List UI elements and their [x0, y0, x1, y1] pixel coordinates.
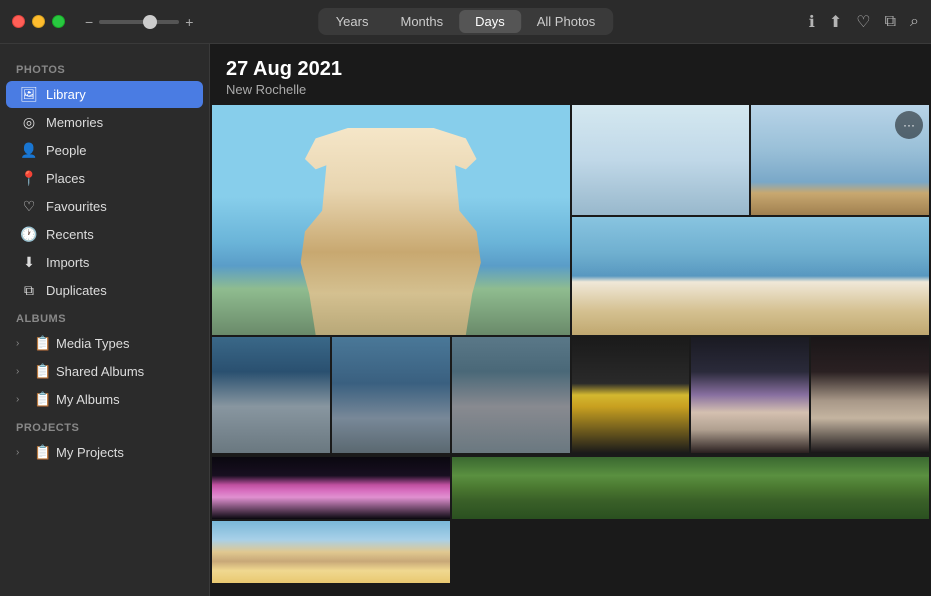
duplicate-icon[interactable]: ⧉	[885, 13, 896, 31]
more-options-button[interactable]: ···	[895, 111, 923, 139]
list-item[interactable]	[452, 457, 929, 519]
day-header: 27 Aug 2021 New Rochelle	[210, 44, 931, 105]
traffic-lights	[12, 15, 65, 28]
projects-section-label: Projects	[0, 414, 209, 438]
list-item[interactable]	[811, 337, 929, 453]
sidebar-label-library: Library	[46, 87, 86, 102]
duplicates-icon: ⧉	[20, 282, 38, 299]
list-item[interactable]	[332, 337, 450, 453]
tab-days[interactable]: Days	[459, 10, 521, 33]
photo-runner[interactable]	[572, 105, 750, 215]
sidebar-label-imports: Imports	[46, 255, 89, 270]
people-icon: 👤	[20, 142, 38, 159]
list-item[interactable]	[452, 337, 570, 453]
day-section: 27 Aug 2021 New Rochelle ···	[210, 44, 931, 585]
photo-row-six	[210, 335, 931, 455]
sidebar-label-my-projects: My Projects	[56, 445, 124, 460]
chevron-shared-albums-icon: ›	[16, 366, 30, 377]
places-icon: 📍	[20, 170, 38, 187]
list-item[interactable]	[691, 337, 809, 453]
titlebar: − + Years Months Days All Photos ℹ ⬆ ♡ ⧉…	[0, 0, 931, 44]
info-icon[interactable]: ℹ	[809, 12, 815, 32]
list-item[interactable]	[212, 337, 330, 453]
sidebar-label-places: Places	[46, 171, 85, 186]
sidebar-group-my-albums[interactable]: › 📋 My Albums	[6, 386, 203, 413]
chevron-media-types-icon: ›	[16, 338, 30, 349]
list-item[interactable]	[212, 521, 450, 583]
heart-icon[interactable]: ♡	[856, 12, 870, 32]
photo-portrait2[interactable]	[572, 217, 930, 335]
sidebar-label-memories: Memories	[46, 115, 103, 130]
chevron-my-albums-icon: ›	[16, 394, 30, 405]
sidebar: Photos 🖼 Library ◎ Memories 👤 People 📍 P…	[0, 44, 210, 596]
sidebar-label-my-albums: My Albums	[56, 392, 120, 407]
search-icon[interactable]: ⌕	[910, 13, 919, 31]
my-albums-icon: 📋	[34, 391, 52, 408]
sidebar-item-recents[interactable]: 🕐 Recents	[6, 221, 203, 248]
media-types-icon: 📋	[34, 335, 52, 352]
tab-months[interactable]: Months	[384, 10, 459, 33]
main-area: Photos 🖼 Library ◎ Memories 👤 People 📍 P…	[0, 44, 931, 596]
tab-allphotos[interactable]: All Photos	[521, 10, 612, 33]
sidebar-item-favourites[interactable]: ♡ Favourites	[6, 193, 203, 220]
albums-section-label: Albums	[0, 305, 209, 329]
maximize-button[interactable]	[52, 15, 65, 28]
day-date: 27 Aug 2021	[226, 58, 915, 81]
sidebar-label-media-types: Media Types	[56, 336, 129, 351]
close-button[interactable]	[12, 15, 25, 28]
toolbar-right: ℹ ⬆ ♡ ⧉ ⌕	[809, 12, 919, 32]
photos-section-label: Photos	[0, 56, 209, 80]
sidebar-item-duplicates[interactable]: ⧉ Duplicates	[6, 277, 203, 304]
sidebar-label-recents: Recents	[46, 227, 94, 242]
photo-main-portrait[interactable]	[212, 105, 570, 335]
sidebar-group-shared-albums[interactable]: › 📋 Shared Albums	[6, 358, 203, 385]
sidebar-group-my-projects[interactable]: › 📋 My Projects	[6, 439, 203, 466]
photo-row-bottom	[210, 455, 931, 585]
sidebar-item-memories[interactable]: ◎ Memories	[6, 109, 203, 136]
favourites-icon: ♡	[20, 198, 38, 215]
imports-icon: ⬇	[20, 254, 38, 271]
sidebar-item-library[interactable]: 🖼 Library	[6, 81, 203, 108]
library-icon: 🖼	[20, 86, 38, 103]
share-icon[interactable]: ⬆	[829, 12, 842, 32]
chevron-my-projects-icon: ›	[16, 447, 30, 458]
list-item[interactable]	[212, 457, 450, 519]
list-item[interactable]	[572, 337, 690, 453]
minimize-button[interactable]	[32, 15, 45, 28]
recents-icon: 🕐	[20, 226, 38, 243]
tab-years[interactable]: Years	[320, 10, 385, 33]
sidebar-item-people[interactable]: 👤 People	[6, 137, 203, 164]
zoom-minus-icon[interactable]: −	[85, 14, 93, 30]
sidebar-label-favourites: Favourites	[46, 199, 107, 214]
photo-area[interactable]: 27 Aug 2021 New Rochelle ···	[210, 44, 931, 596]
sidebar-item-places[interactable]: 📍 Places	[6, 165, 203, 192]
day-location: New Rochelle	[226, 82, 915, 97]
zoom-control: − +	[85, 14, 193, 30]
sidebar-label-people: People	[46, 143, 86, 158]
photo-person2[interactable]: ···	[751, 105, 929, 215]
sidebar-label-shared-albums: Shared Albums	[56, 364, 144, 379]
my-projects-icon: 📋	[34, 444, 52, 461]
sidebar-item-imports[interactable]: ⬇ Imports	[6, 249, 203, 276]
view-tabs: Years Months Days All Photos	[318, 8, 614, 35]
memories-icon: ◎	[20, 114, 38, 131]
zoom-thumb[interactable]	[143, 15, 157, 29]
zoom-plus-icon[interactable]: +	[185, 14, 193, 30]
shared-albums-icon: 📋	[34, 363, 52, 380]
sidebar-group-media-types[interactable]: › 📋 Media Types	[6, 330, 203, 357]
zoom-slider[interactable]	[99, 20, 179, 24]
sidebar-label-duplicates: Duplicates	[46, 283, 107, 298]
